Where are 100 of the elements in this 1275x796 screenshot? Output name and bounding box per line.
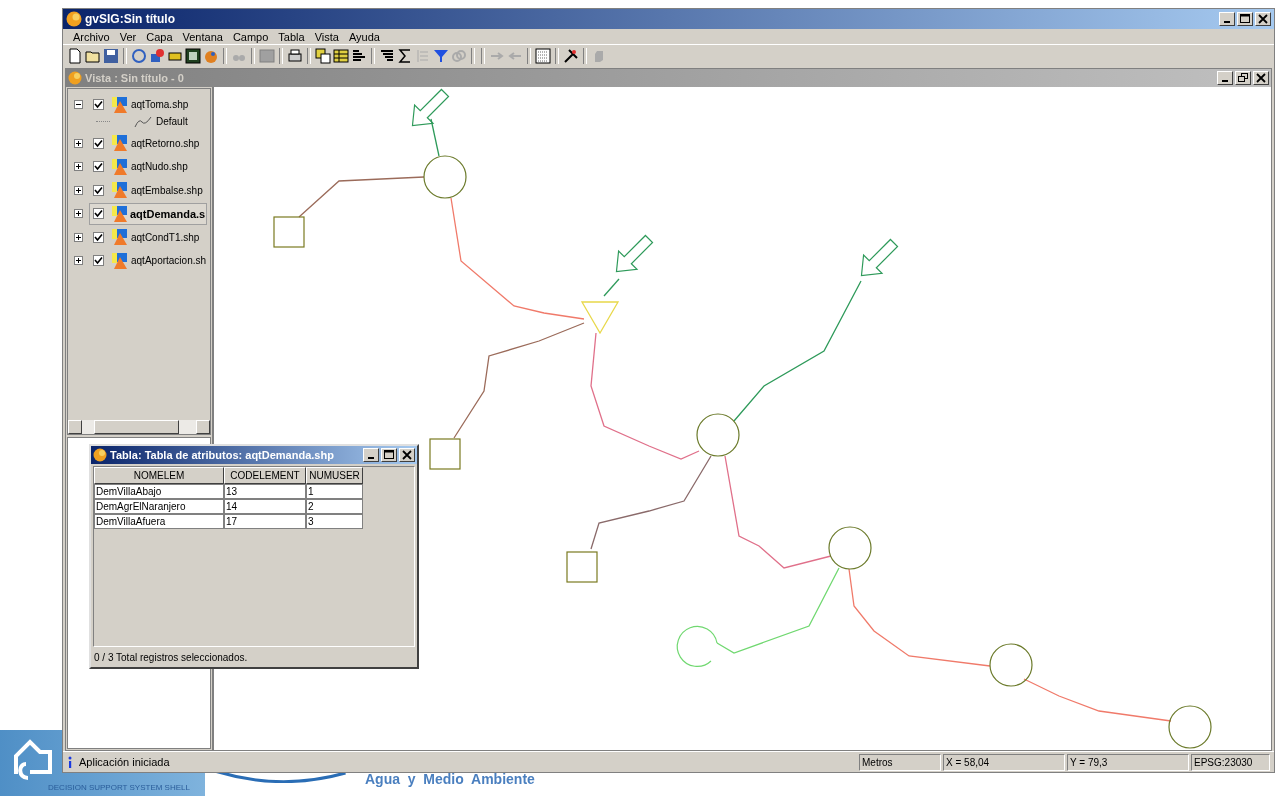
pipe-line <box>430 118 440 157</box>
minimize-button[interactable] <box>1219 12 1235 26</box>
arrow-marker <box>615 234 654 273</box>
app-logo-icon <box>68 71 82 85</box>
layer-name[interactable]: aqtRetorno.shp <box>131 137 200 149</box>
expander-toggle[interactable] <box>74 232 83 242</box>
y-coordinate: Y = 79,3 <box>1067 753 1189 771</box>
node-circle <box>1168 705 1212 749</box>
status-message: Aplicación iniciada <box>79 756 170 768</box>
table-cell: 13 <box>224 484 306 499</box>
window-title: Tabla: Tabla de atributos: aqtDemanda.shp <box>110 449 335 461</box>
column-header[interactable]: NUMUSER <box>306 467 363 484</box>
expander-toggle[interactable] <box>74 256 83 266</box>
layer-checkbox[interactable] <box>93 255 104 267</box>
expander-toggle[interactable] <box>74 209 83 219</box>
layer-name[interactable]: aqtNudo.shp <box>131 161 188 173</box>
table-cell: DemVillaAbajo <box>94 484 224 499</box>
layer-name[interactable]: aqtCondT1.shp <box>131 231 200 243</box>
minimize-button[interactable] <box>1217 71 1233 85</box>
minimize-button[interactable] <box>363 448 379 462</box>
layer-checkbox[interactable] <box>93 231 104 243</box>
close-icon <box>1255 72 1267 84</box>
table-cell: DemAgrElNaranjero <box>94 499 224 514</box>
layers-add-icon[interactable] <box>149 48 165 64</box>
expander-toggle[interactable] <box>74 100 83 110</box>
bar-chart-icon[interactable] <box>351 48 367 64</box>
grid-icon[interactable] <box>535 48 551 64</box>
close-icon <box>401 449 413 461</box>
menu-item[interactable]: Ayuda <box>343 30 385 43</box>
expander-toggle[interactable] <box>74 138 83 148</box>
legend-label: Default <box>156 116 188 127</box>
menu-item[interactable]: Ver <box>114 30 142 43</box>
layer-checkbox[interactable] <box>93 208 104 220</box>
new-document-icon[interactable] <box>67 48 83 64</box>
layer-checkbox[interactable] <box>93 161 104 173</box>
square-node <box>429 438 461 470</box>
table-cell: 1 <box>306 484 363 499</box>
layer-name[interactable]: aqtEmbalse.shp <box>131 184 203 196</box>
x-coordinate: X = 58,04 <box>943 753 1065 771</box>
map-units: Metros <box>859 753 941 771</box>
table-edit-icon[interactable] <box>333 48 349 64</box>
restore-button[interactable] <box>1235 71 1251 85</box>
selection-count: 0 / 3 Total registros seleccionados. <box>93 650 249 665</box>
node-circle <box>696 413 740 457</box>
maximize-icon <box>383 449 395 461</box>
maximize-button[interactable] <box>381 448 397 462</box>
arrow-marker <box>860 238 899 277</box>
maximize-icon <box>1239 13 1251 25</box>
folder-icon[interactable] <box>85 48 101 64</box>
horizontal-scrollbar[interactable] <box>68 420 210 434</box>
square-node <box>566 551 598 583</box>
close-button[interactable] <box>1255 12 1271 26</box>
menu-item[interactable]: Campo <box>227 30 274 43</box>
layer-checkbox[interactable] <box>93 184 104 196</box>
layer-checkbox[interactable] <box>93 137 104 149</box>
table-cell: 3 <box>306 514 363 529</box>
line-symbol-icon <box>134 115 152 128</box>
logo-tagline: DECISION SUPPORT SYSTEM SHELL <box>48 783 190 792</box>
table-cell: 2 <box>306 499 363 514</box>
sum-icon[interactable] <box>397 48 413 64</box>
maximize-button[interactable] <box>1237 12 1253 26</box>
menu-item[interactable]: Capa <box>141 30 178 43</box>
layer-name[interactable]: aqtToma.shp <box>131 99 189 111</box>
expander-toggle[interactable] <box>74 185 83 195</box>
minimize-icon <box>1224 21 1230 23</box>
tools-icon[interactable] <box>563 48 579 64</box>
info-icon <box>67 756 73 768</box>
crs-code: EPSG:23030 <box>1191 753 1270 771</box>
minimize-icon <box>1222 80 1228 82</box>
menu-item[interactable]: Vista <box>309 30 344 43</box>
column-header[interactable]: NOMELEM <box>94 467 224 484</box>
layer-icon <box>112 135 127 152</box>
layer-icon <box>112 205 127 222</box>
layer-name[interactable]: aqtAportacion.sh <box>131 255 207 267</box>
layer-checkbox[interactable] <box>93 99 104 111</box>
triangle-node <box>580 301 620 335</box>
window-title: Vista : Sin título - 0 <box>85 72 185 84</box>
close-icon <box>1257 13 1269 25</box>
table-icon[interactable] <box>315 48 331 64</box>
table-cell: 17 <box>224 514 306 529</box>
selected-layer-row[interactable]: aqtDemanda.s <box>89 202 208 225</box>
printer-icon[interactable] <box>287 48 303 64</box>
layer-name[interactable]: aqtDemanda.s <box>130 207 206 220</box>
slide-caption: Agua y Medio Ambiente <box>365 771 535 787</box>
image-icon[interactable] <box>185 48 201 64</box>
table-cell: DemVillaAfuera <box>94 514 224 529</box>
filter-icon[interactable] <box>433 48 449 64</box>
close-button[interactable] <box>1253 71 1269 85</box>
expander-toggle[interactable] <box>74 162 83 172</box>
square-node <box>273 216 305 248</box>
close-button[interactable] <box>399 448 415 462</box>
menu-item[interactable]: Ventana <box>177 30 228 43</box>
minimize-icon <box>368 457 374 459</box>
sort-icon[interactable] <box>379 48 395 64</box>
app-logo-icon <box>66 11 82 27</box>
pipe-line <box>603 278 620 297</box>
menu-item[interactable]: Archivo <box>68 30 115 43</box>
menu-item[interactable]: Tabla <box>273 30 310 43</box>
column-header[interactable]: CODELEMENT <box>224 467 306 484</box>
window-title: gvSIG:Sin título <box>85 12 176 26</box>
